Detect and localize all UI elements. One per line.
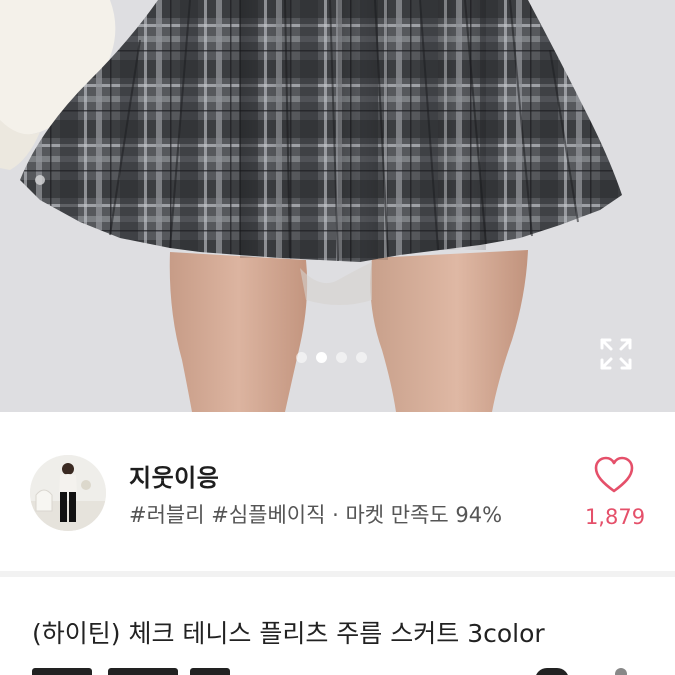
carousel-dot[interactable]: [336, 352, 347, 363]
product-image[interactable]: [0, 0, 675, 412]
like-count: 1,879: [584, 505, 646, 529]
price-row-partial: [30, 664, 670, 675]
cut-off-text: [32, 668, 92, 675]
seller-name[interactable]: 지웃이응: [129, 458, 219, 493]
cut-off-text: [108, 668, 178, 675]
seller-avatar[interactable]: [30, 455, 106, 531]
carousel-dot[interactable]: [356, 352, 367, 363]
seller-tags-and-rating: #러블리 #심플베이직 · 마켓 만족도 94%: [129, 503, 503, 527]
product-photo: [0, 0, 675, 412]
cut-off-text: [190, 668, 230, 675]
carousel-dots[interactable]: [296, 352, 367, 363]
carousel-dot[interactable]: [296, 352, 307, 363]
product-title: (하이틴) 체크 테니스 플리츠 주름 스커트 3color: [32, 619, 545, 648]
expand-icon[interactable]: [599, 337, 633, 371]
section-divider: [0, 571, 675, 577]
carousel-dot-active[interactable]: [316, 352, 327, 363]
heart-outline-icon[interactable]: [593, 455, 635, 495]
cut-off-icon: [615, 668, 627, 675]
cut-off-icon: [535, 668, 569, 675]
